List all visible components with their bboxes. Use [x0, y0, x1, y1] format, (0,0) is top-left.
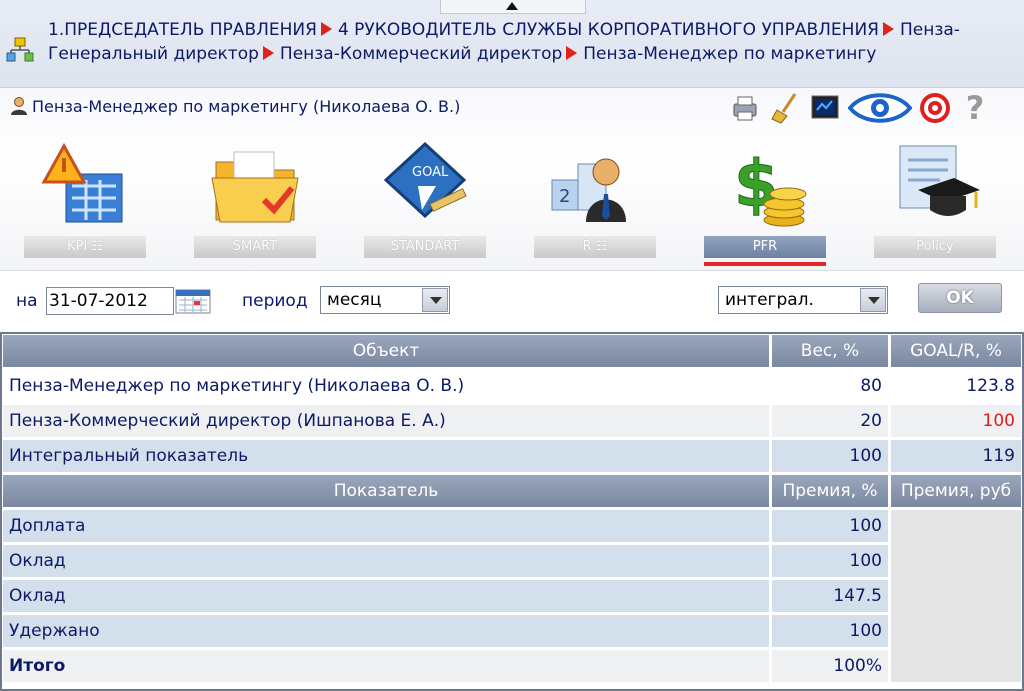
integral-goal: 119	[891, 440, 1021, 472]
module-policy-button[interactable]: Policy	[874, 236, 996, 258]
period-select[interactable]: месяц	[320, 286, 450, 314]
kpi-warning-icon	[41, 142, 123, 223]
org-chart-icon	[6, 37, 34, 62]
ranking-icon: 2	[551, 158, 626, 222]
breadcrumb: 1.ПРЕДСЕДАТЕЛЬ ПРАВЛЕНИЯ 4 РУКОВОДИТЕЛЬ С…	[48, 18, 1018, 66]
collapse-arrow-icon[interactable]	[506, 2, 518, 10]
breadcrumb-item[interactable]: 4 РУКОВОДИТЕЛЬ СЛУЖБЫ КОРПОРАТИВНОГО УПР…	[338, 20, 879, 40]
filter-bar: на 31-07-2012 период месяц интеграл. OK	[0, 270, 1024, 328]
column-header-object[interactable]: Объект	[3, 335, 769, 367]
object-weight: 80	[772, 370, 888, 402]
mode-value: интеграл.	[725, 290, 814, 310]
active-module-indicator	[704, 262, 826, 266]
total-percent: 100%	[772, 650, 888, 682]
indicator-name: Оклад	[3, 545, 769, 577]
breadcrumb-arrow-icon	[882, 22, 894, 36]
monitor-icon[interactable]	[808, 91, 842, 125]
module-r-button[interactable]: R ☷	[534, 236, 656, 258]
breadcrumb-item[interactable]: Пенза-Менеджер по маркетингу	[583, 44, 876, 64]
column-header-bonus-rub[interactable]: Премия, руб	[891, 475, 1021, 507]
folder-icon	[211, 151, 299, 223]
current-user: Пенза-Менеджер по маркетингу (Николаева …	[10, 96, 460, 116]
target-icon[interactable]	[918, 91, 952, 125]
integral-label: Интегральный показатель	[3, 440, 769, 472]
results-grid: Объект Вес, % GOAL/R, % Пенза-Менеджер п…	[0, 332, 1024, 691]
broom-icon[interactable]	[768, 91, 802, 125]
bonus-percent: 100	[772, 545, 888, 577]
table-row: Доплата 100	[3, 510, 1021, 682]
column-header-indicator[interactable]: Показатель	[3, 475, 769, 507]
breadcrumb-arrow-icon	[566, 46, 578, 60]
goal-icon: GOAL	[383, 141, 467, 219]
column-header-weight[interactable]: Вес, %	[772, 335, 888, 367]
svg-text:2: 2	[559, 186, 570, 207]
integral-weight: 100	[772, 440, 888, 472]
mode-select[interactable]: интеграл.	[718, 286, 888, 314]
table-row: Интегральный показатель 100 119	[3, 440, 1021, 472]
eye-icon[interactable]	[848, 91, 912, 125]
bonus-percent: 100	[772, 510, 888, 542]
period-value: месяц	[327, 290, 382, 310]
table-row[interactable]: Пенза-Коммерческий директор (Ишпанова Е.…	[3, 405, 1021, 437]
chevron-down-icon[interactable]	[422, 288, 448, 312]
toolbar: ?	[728, 88, 992, 128]
svg-text:GOAL: GOAL	[412, 165, 449, 180]
ok-button[interactable]: OK	[918, 283, 1002, 313]
bonus-percent: 147.5	[772, 580, 888, 612]
user-name: Пенза-Менеджер по маркетингу (Николаева …	[32, 96, 461, 116]
calendar-icon[interactable]	[175, 288, 211, 314]
breadcrumb-item[interactable]: Пенза-Коммерческий директор	[280, 44, 562, 64]
indicator-name: Оклад	[3, 580, 769, 612]
user-icon	[11, 97, 27, 115]
indicator-name: Доплата	[3, 510, 769, 542]
table-row[interactable]: Пенза-Менеджер по маркетингу (Николаева …	[3, 370, 1021, 402]
table-row: Оклад 100	[3, 545, 1021, 577]
object-weight: 20	[772, 405, 888, 437]
object-name[interactable]: Пенза-Менеджер по маркетингу (Николаева …	[3, 370, 769, 402]
column-header-goal[interactable]: GOAL/R, %	[891, 335, 1021, 367]
printer-icon[interactable]	[728, 91, 762, 125]
breadcrumb-arrow-icon	[262, 46, 274, 60]
date-field[interactable]: 31-07-2012	[46, 287, 174, 315]
bonus-percent: 100	[772, 615, 888, 647]
module-pfr-button[interactable]: PFR	[704, 236, 826, 258]
module-r[interactable]: 2 R ☷	[534, 140, 656, 270]
total-label: Итого	[3, 650, 769, 682]
object-goal: 100	[891, 405, 1021, 437]
module-standart[interactable]: GOAL STANDART	[364, 140, 486, 270]
date-label: на	[16, 291, 38, 311]
indicator-name: Удержано	[3, 615, 769, 647]
table-row: Оклад 147.5	[3, 580, 1021, 612]
table-row: Удержано 100	[3, 615, 1021, 647]
column-header-bonus-percent[interactable]: Премия, %	[772, 475, 888, 507]
module-kpi[interactable]: KPI ☷	[24, 140, 146, 270]
module-smart[interactable]: SMART	[194, 140, 316, 270]
breadcrumb-item[interactable]: 1.ПРЕДСЕДАТЕЛЬ ПРАВЛЕНИЯ	[48, 20, 317, 40]
dollar-coins-icon: $	[734, 148, 807, 227]
module-pfr[interactable]: $ PFR	[704, 140, 826, 270]
breadcrumb-bar: 1.ПРЕДСЕДАТЕЛЬ ПРАВЛЕНИЯ 4 РУКОВОДИТЕЛЬ С…	[0, 0, 1024, 88]
module-kpi-button[interactable]: KPI ☷	[24, 236, 146, 258]
module-policy[interactable]: Policy	[874, 140, 996, 270]
object-goal: 123.8	[891, 370, 1021, 402]
chevron-down-icon[interactable]	[860, 288, 886, 312]
object-name[interactable]: Пенза-Коммерческий директор (Ишпанова Е.…	[3, 405, 769, 437]
period-label: период	[242, 291, 308, 311]
diploma-icon	[899, 145, 980, 216]
help-icon[interactable]: ?	[958, 89, 992, 127]
total-row: Итого 100%	[3, 650, 1021, 682]
bonus-rub-cell	[891, 510, 1021, 682]
results-table: Объект Вес, % GOAL/R, % Пенза-Менеджер п…	[0, 332, 1024, 685]
breadcrumb-arrow-icon	[320, 22, 332, 36]
module-standart-button[interactable]: STANDART	[364, 236, 486, 258]
module-smart-button[interactable]: SMART	[194, 236, 316, 258]
